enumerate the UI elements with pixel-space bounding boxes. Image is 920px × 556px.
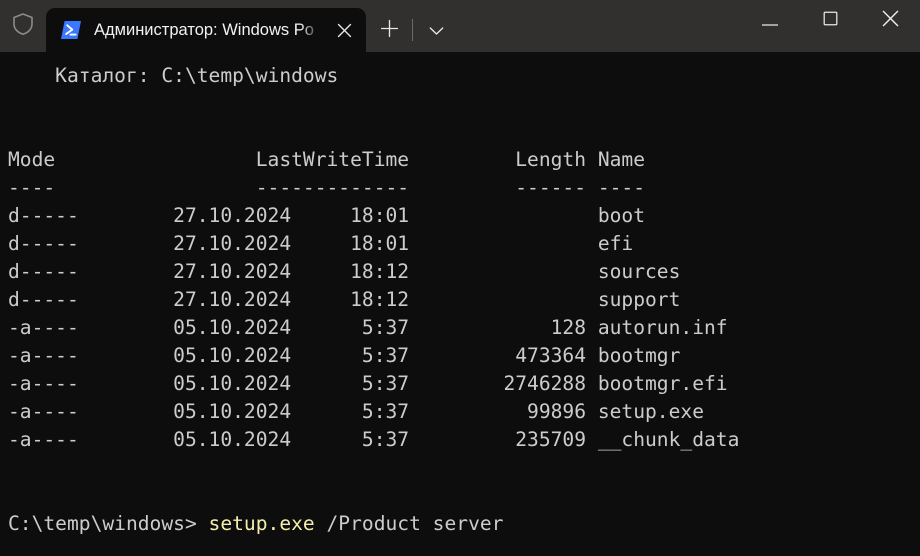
tab-powershell-admin[interactable]: Администратор: Windows Po <box>46 8 366 52</box>
table-row: -a---- 05.10.2024 5:37 473364 bootmgr <box>8 344 681 367</box>
table-row: d----- 27.10.2024 18:01 efi <box>8 232 634 255</box>
table-header: Mode LastWriteTime Length Name <box>8 148 646 171</box>
plus-icon <box>380 19 399 42</box>
new-tab-area <box>366 8 459 52</box>
table-row: -a---- 05.10.2024 5:37 128 autorun.inf <box>8 316 728 339</box>
table-row: -a---- 05.10.2024 5:37 235709 __chunk_da… <box>8 428 740 451</box>
window-close-button[interactable] <box>860 0 920 40</box>
maximize-icon <box>823 11 838 30</box>
window-controls <box>740 0 920 52</box>
minimize-icon <box>761 11 779 30</box>
table-row: d----- 27.10.2024 18:12 support <box>8 288 681 311</box>
maximize-button[interactable] <box>800 0 860 40</box>
directory-line: Каталог: C:\temp\windows <box>8 64 339 87</box>
prompt-line[interactable]: C:\temp\windows> setup.exe /Product serv… <box>8 510 503 538</box>
title-bar: Администратор: Windows Po <box>0 0 920 52</box>
terminal-viewport[interactable]: Каталог: C:\temp\windows Mode LastWriteT… <box>0 52 920 556</box>
admin-shield-slot <box>0 0 46 52</box>
minimize-button[interactable] <box>740 0 800 40</box>
tab-strip: Администратор: Windows Po <box>46 0 740 52</box>
table-row: d----- 27.10.2024 18:01 boot <box>8 204 646 227</box>
table-header-rule: ---- ------------- ------ ---- <box>8 176 646 199</box>
tab-title: Администратор: Windows Po <box>94 20 314 39</box>
table-row: -a---- 05.10.2024 5:37 2746288 bootmgr.e… <box>8 372 728 395</box>
table-row: d----- 27.10.2024 18:12 sources <box>8 260 681 283</box>
table-row: -a---- 05.10.2024 5:37 99896 setup.exe <box>8 400 704 423</box>
prompt-path: C:\temp\windows> <box>8 512 209 535</box>
chevron-down-icon <box>429 21 444 40</box>
prompt-arguments: /Product server <box>314 512 504 535</box>
prompt-command: setup.exe <box>208 512 315 535</box>
tab-close-icon[interactable] <box>322 8 366 52</box>
shield-icon <box>12 12 34 40</box>
new-tab-button[interactable] <box>366 10 412 50</box>
tab-dropdown-button[interactable] <box>413 10 459 50</box>
powershell-icon <box>60 19 82 41</box>
close-icon <box>882 10 899 31</box>
